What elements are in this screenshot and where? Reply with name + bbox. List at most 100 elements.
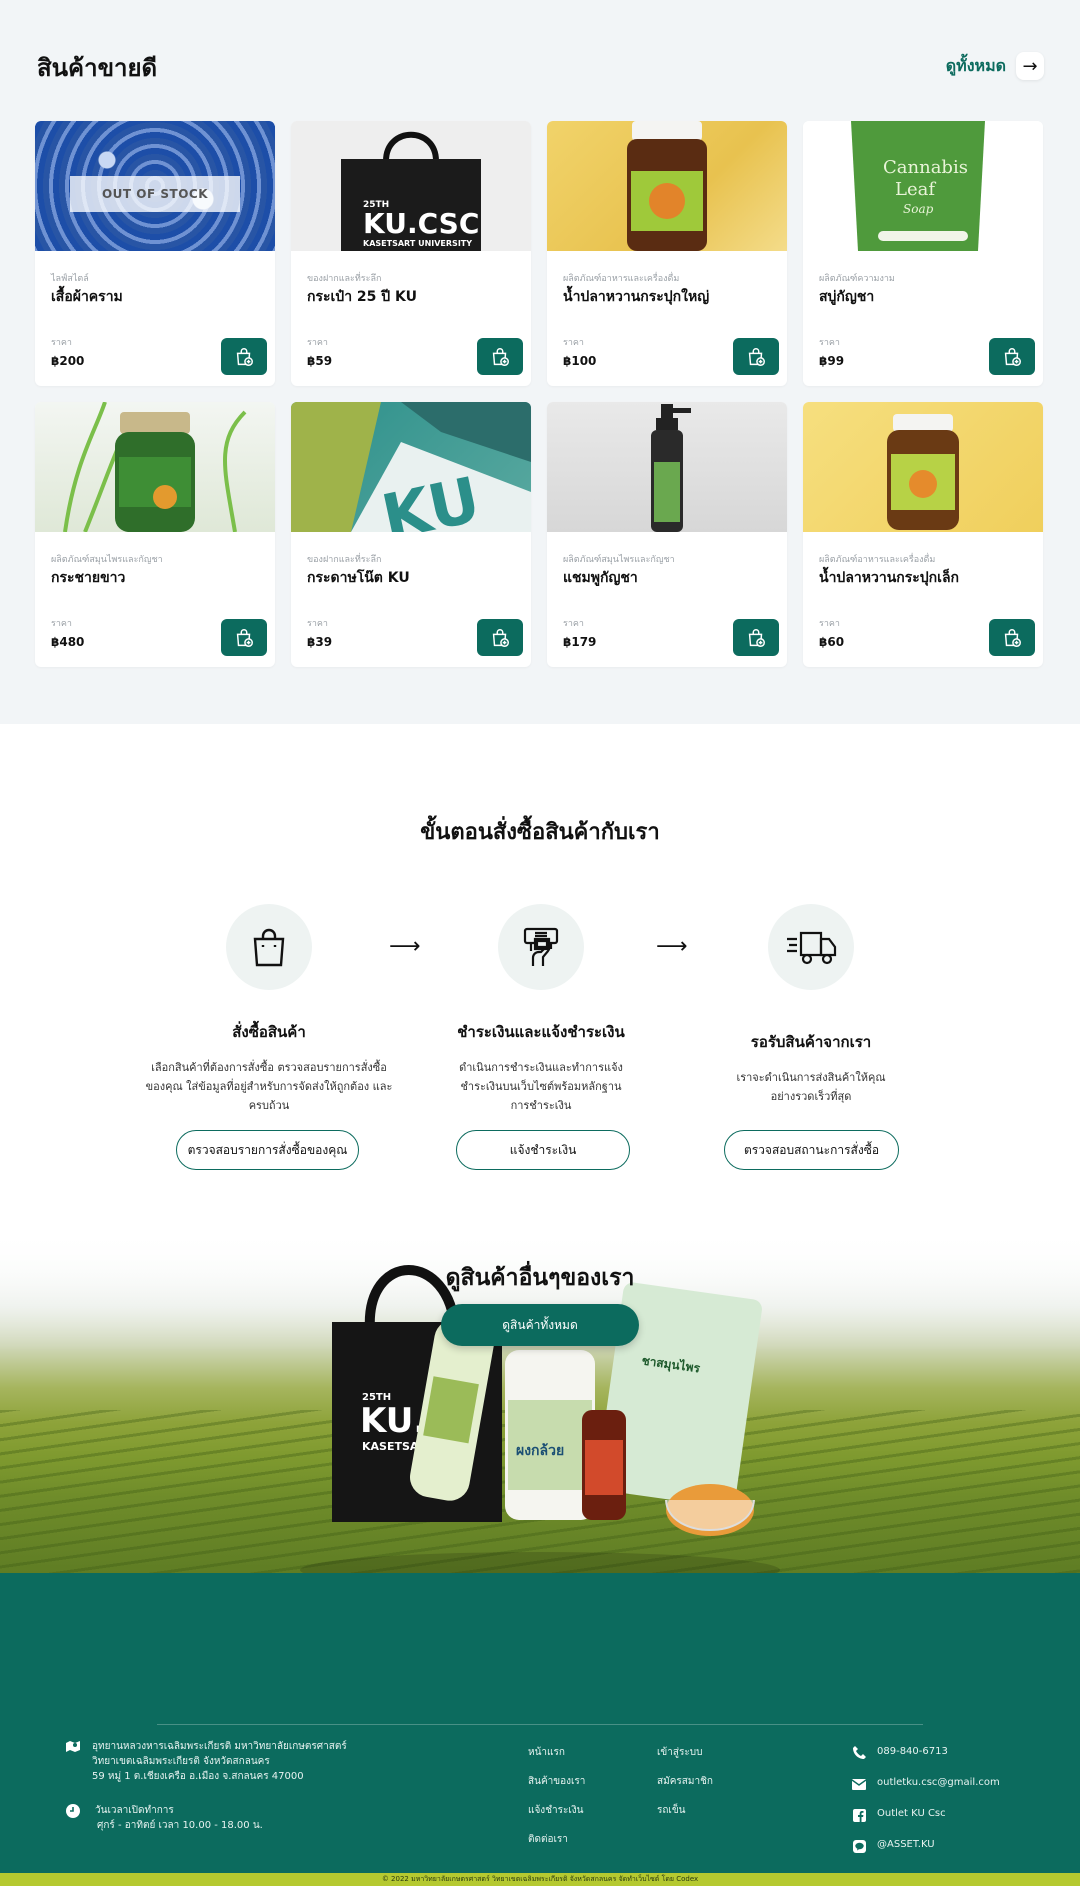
step-icon-circle (768, 904, 854, 990)
footer-line-id[interactable]: @ASSET.KU (877, 1839, 935, 1850)
opening-hours-title: วันเวลาเปิดทำการ (95, 1805, 174, 1816)
see-all-link[interactable]: ดูทั้งหมด → (946, 52, 1044, 80)
step-icon-circle (226, 904, 312, 990)
add-to-cart-button[interactable] (989, 338, 1035, 375)
footer-facebook[interactable]: Outlet KU Csc (877, 1808, 946, 1819)
product-card[interactable]: KU ของฝากและที่ระลึก กระดาษโน๊ต KU ราคา … (291, 402, 531, 667)
product-price: ฿179 (563, 635, 597, 649)
footer-link-cart[interactable]: รถเข็น (657, 1803, 686, 1818)
product-name[interactable]: น้ำปลาหวานกระปุกใหญ่ (563, 286, 709, 308)
check-order-button[interactable]: ตรวจสอบรายการสั่งซื้อของคุณ (176, 1130, 359, 1170)
soap-pack-illustration: Cannabis Leaf Soap (851, 121, 985, 251)
address-line: อุทยานหลวงหารเฉลิมพระเกียรติ มหาวิทยาลัย… (92, 1741, 347, 1752)
product-category: ของฝากและที่ระลึก (307, 555, 382, 565)
footer-link-register[interactable]: สมัครสมาชิก (657, 1774, 713, 1789)
product-category: ผลิตภัณฑ์อาหารและเครื่องดื่ม (819, 555, 936, 565)
view-all-products-button[interactable]: ดูสินค้าทั้งหมด (441, 1304, 639, 1346)
step-description: เราจะดำเนินการส่งสินค้าให้คุณอย่างรวดเร็… (736, 1071, 886, 1103)
soap-text-3: Soap (903, 202, 934, 216)
sauce-jar-illustration (627, 121, 707, 251)
sauce-jar-image (547, 121, 787, 251)
note-paper-image: KU (291, 402, 531, 532)
footer-link-login[interactable]: เข้าสู่ระบบ (657, 1745, 702, 1760)
product-grid: OUT OF STOCK ไลฟ์สไตล์ เสื้อผ้าคราม ราคา… (35, 121, 1045, 667)
step-payment: ชำระเงินและแจ้งชำระเงิน ดำเนินการชำระเงิ… (406, 904, 676, 1115)
step-description: ดำเนินการชำระเงินและทำการแจ้งชำระเงินบนเ… (459, 1061, 623, 1112)
add-to-cart-button[interactable] (477, 338, 523, 375)
address-line: วิทยาเขตเฉลิมพระเกียรติ จังหวัดสกลนคร (92, 1756, 270, 1767)
add-to-cart-button[interactable] (733, 338, 779, 375)
price-label: ราคา (307, 338, 328, 348)
product-category: ผลิตภัณฑ์อาหารและเครื่องดื่ม (563, 274, 680, 284)
cart-bag-icon (492, 347, 509, 366)
shampoo-bottle-illustration (651, 404, 691, 532)
product-name[interactable]: น้ำปลาหวานกระปุกเล็ก (819, 567, 959, 589)
note-paper-illustration: KU (291, 402, 531, 532)
product-name[interactable]: กระเป๋า 25 ปี KU (307, 286, 417, 308)
product-price: ฿480 (51, 635, 85, 649)
add-to-cart-button[interactable] (477, 619, 523, 656)
small-sauce-jar-image (803, 402, 1043, 532)
cart-bag-icon (748, 347, 765, 366)
product-name[interactable]: เสื้อผ้าคราม (51, 286, 123, 308)
add-to-cart-button[interactable] (221, 619, 267, 656)
product-price: ฿60 (819, 635, 845, 649)
footer-link-contact[interactable]: ติดต่อเรา (528, 1832, 568, 1847)
out-of-stock-badge: OUT OF STOCK (70, 176, 240, 212)
see-all-label: ดูทั้งหมด (945, 55, 1006, 75)
product-price: ฿100 (563, 354, 597, 368)
check-order-status-button[interactable]: ตรวจสอบสถานะการสั่งซื้อ (724, 1130, 899, 1170)
tote-bag-image: 25TH KU.CSC KASETSART UNIVERSITY (291, 121, 531, 251)
product-card[interactable]: ผลิตภัณฑ์สมุนไพรและกัญชา กระชายขาว ราคา … (35, 402, 275, 667)
best-sellers-section: สินค้าขายดี ดูทั้งหมด → OUT OF STOCK ไลฟ… (0, 0, 1080, 724)
add-to-cart-button[interactable] (733, 619, 779, 656)
shopping-bag-icon (253, 928, 285, 967)
bag-text-university: KASETSART UNIVERSITY (363, 239, 472, 248)
step-icon-circle (498, 904, 584, 990)
step-title: สั่งซื้อสินค้า (232, 1023, 306, 1041)
product-card[interactable]: 25TH KU.CSC KASETSART UNIVERSITY ของฝากแ… (291, 121, 531, 386)
soap-text-2: Leaf (895, 179, 936, 200)
price-label: ราคา (819, 619, 840, 629)
product-price: ฿200 (51, 354, 85, 368)
product-card[interactable]: ผลิตภัณฑ์อาหารและเครื่องดื่ม น้ำปลาหวานก… (803, 402, 1043, 667)
footer-email[interactable]: outletku.csc@gmail.com (877, 1777, 1000, 1788)
price-label: ราคา (51, 338, 72, 348)
product-category: ของฝากและที่ระลึก (307, 274, 382, 284)
cart-bag-icon (236, 628, 253, 647)
footer-link-products[interactable]: สินค้าของเรา (528, 1774, 585, 1789)
product-card[interactable]: OUT OF STOCK ไลฟ์สไตล์ เสื้อผ้าคราม ราคา… (35, 121, 275, 386)
product-name[interactable]: แชมพูกัญชา (563, 567, 638, 589)
product-price: ฿99 (819, 354, 845, 368)
footer-link-payment[interactable]: แจ้งชำระเงิน (528, 1803, 583, 1818)
product-category: ผลิตภัณฑ์สมุนไพรและกัญชา (51, 555, 163, 565)
footer-link-home[interactable]: หน้าแรก (528, 1745, 565, 1760)
product-category: ไลฟ์สไตล์ (51, 274, 89, 284)
footer-phone[interactable]: 089-840-6713 (877, 1746, 948, 1757)
add-to-cart-button[interactable] (989, 619, 1035, 656)
product-category: ผลิตภัณฑ์ความงาม (819, 274, 895, 284)
cart-bag-icon (1004, 347, 1021, 366)
notify-payment-button[interactable]: แจ้งชำระเงิน (456, 1130, 630, 1170)
product-price: ฿59 (307, 354, 333, 368)
herb-bottle-illustration (63, 402, 247, 532)
product-name[interactable]: สบู่กัญชา (819, 286, 874, 308)
product-card[interactable]: ผลิตภัณฑ์สมุนไพรและกัญชา แชมพูกัญชา ราคา… (547, 402, 787, 667)
add-to-cart-button[interactable] (221, 338, 267, 375)
product-name[interactable]: กระชายขาว (51, 567, 125, 589)
product-category: ผลิตภัณฑ์สมุนไพรและกัญชา (563, 555, 675, 565)
step-delivery: รอรับสินค้าจากเรา เราจะดำเนินการส่งสินค้… (676, 904, 946, 1106)
tote-bag-illustration: 25TH KU.CSC KASETSART UNIVERSITY (341, 131, 481, 251)
product-card[interactable]: ผลิตภัณฑ์อาหารและเครื่องดื่ม น้ำปลาหวานก… (547, 121, 787, 386)
product-card[interactable]: Cannabis Leaf Soap ผลิตภัณฑ์ความงาม สบู่… (803, 121, 1043, 386)
step-title: ชำระเงินและแจ้งชำระเงิน (457, 1023, 625, 1041)
shampoo-bottle-image (547, 402, 787, 532)
steps-title: ขั้นตอนสั่งซื้อสินค้ากับเรา (420, 820, 660, 845)
phone-icon (852, 1745, 866, 1759)
collage-powder-label: ผงกล้วย (516, 1443, 564, 1459)
soap-text-1: Cannabis (883, 157, 968, 178)
section-title: สินค้าขายดี (37, 54, 158, 82)
price-label: ราคา (563, 338, 584, 348)
payment-icon (523, 927, 559, 966)
product-name[interactable]: กระดาษโน๊ต KU (307, 567, 410, 589)
